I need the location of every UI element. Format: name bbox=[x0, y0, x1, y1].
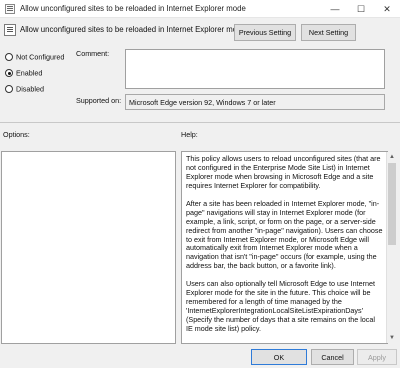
radio-disabled[interactable]: Disabled bbox=[5, 84, 44, 94]
radio-enabled-circle[interactable] bbox=[5, 69, 13, 78]
radio-not-configured-circle[interactable] bbox=[5, 53, 13, 62]
help-label: Help: bbox=[181, 130, 198, 139]
options-panel bbox=[1, 151, 176, 344]
radio-disabled-label: Disabled bbox=[16, 84, 44, 94]
window-title: Allow unconfigured sites to be reloaded … bbox=[20, 4, 246, 13]
close-button[interactable]: ✕ bbox=[374, 0, 400, 18]
scroll-down-arrow-icon[interactable]: ▼ bbox=[387, 333, 397, 343]
cancel-button[interactable]: Cancel bbox=[311, 349, 354, 365]
policy-setting-icon bbox=[4, 24, 16, 36]
scroll-up-arrow-icon[interactable]: ▲ bbox=[387, 152, 397, 162]
supported-on-value: Microsoft Edge version 92, Windows 7 or … bbox=[125, 94, 385, 110]
help-scrollbar[interactable]: ▲ ▼ bbox=[386, 152, 396, 343]
radio-enabled-label: Enabled bbox=[16, 68, 43, 78]
radio-enabled[interactable]: Enabled bbox=[5, 68, 42, 78]
help-paragraph: This policy allows users to reload uncon… bbox=[186, 154, 381, 190]
radio-disabled-circle[interactable] bbox=[5, 85, 13, 94]
policy-title: Allow unconfigured sites to be reloaded … bbox=[20, 25, 246, 34]
comment-textarea[interactable] bbox=[125, 49, 385, 89]
help-paragraph: Users can also optionally tell Microsoft… bbox=[186, 279, 375, 333]
next-setting-button[interactable]: Next Setting bbox=[301, 24, 356, 41]
apply-button[interactable]: Apply bbox=[357, 349, 397, 365]
minimize-button[interactable]: — bbox=[322, 0, 348, 18]
help-paragraph: After a site has been reloaded in Intern… bbox=[186, 198, 383, 271]
radio-not-configured-label: Not Configured bbox=[16, 52, 65, 62]
maximize-button[interactable]: ☐ bbox=[348, 0, 374, 18]
help-panel: This policy allows users to reload uncon… bbox=[181, 151, 388, 344]
divider bbox=[0, 122, 400, 123]
options-label: Options: bbox=[3, 130, 30, 139]
ok-button[interactable]: OK bbox=[251, 349, 307, 365]
scroll-thumb[interactable] bbox=[388, 163, 396, 245]
supported-on-label: Supported on: bbox=[76, 96, 122, 105]
previous-setting-button[interactable]: Previous Setting bbox=[234, 24, 296, 41]
radio-not-configured[interactable]: Not Configured bbox=[5, 52, 64, 62]
policy-app-icon bbox=[5, 4, 15, 14]
comment-label: Comment: bbox=[76, 49, 110, 58]
